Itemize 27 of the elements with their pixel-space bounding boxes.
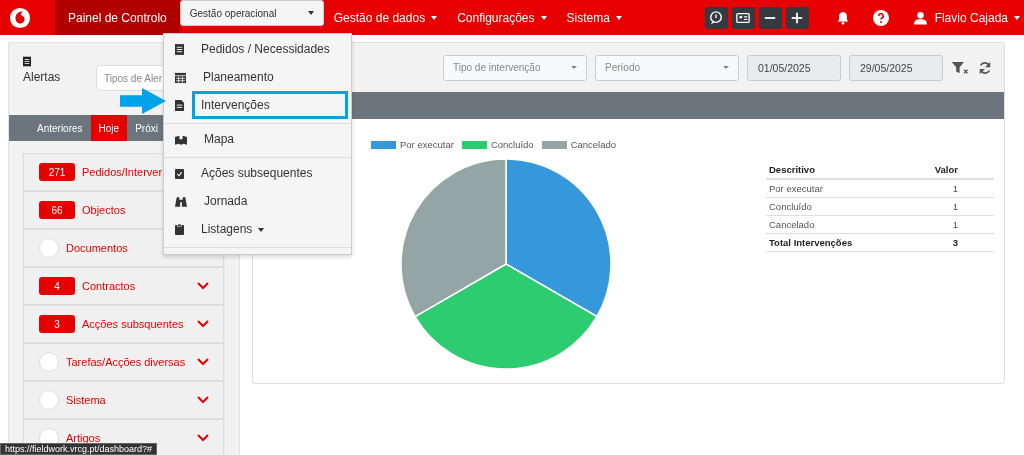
table-cell: 1 (900, 197, 994, 216)
alert-category-label: Pedidos/Interver (82, 166, 163, 178)
count-badge: 271 (39, 163, 75, 181)
table-cell: Concluído (766, 197, 901, 216)
table-cell: 1 (900, 215, 994, 234)
table-cell: Total Intervenções (766, 233, 901, 252)
alert-category-label: Acções subsquentes (82, 318, 184, 330)
alert-category-label: Artigos (66, 432, 101, 444)
table-cell: 1 (900, 179, 994, 198)
column-header: Valor (900, 161, 994, 179)
alert-category-label: Contractos (82, 280, 136, 292)
alert-category-label: Sistema (66, 394, 106, 406)
table-cell: 3 (900, 233, 994, 252)
url-tooltip: https://fieldwork.vrcg.pt/dashboard?# (0, 443, 158, 455)
alert-category-label: Objectos (82, 204, 126, 216)
column-header: Descritivo (766, 161, 901, 179)
count-badge: 4 (39, 277, 75, 295)
count-badge: 66 (39, 201, 75, 219)
alert-category-label: Documentos (66, 242, 128, 254)
count-badge: 3 (39, 315, 75, 333)
legend-label: Cancelado (570, 139, 617, 150)
alerts-title: Alertas (23, 70, 61, 84)
table-cell: Por executar (766, 179, 901, 198)
alert-category-label: Tarefas/Acções diversas (66, 356, 186, 368)
legend-label: Concluído (490, 139, 534, 150)
legend-label: Por executar (400, 139, 454, 150)
table-cell: Cancelado (766, 215, 901, 234)
